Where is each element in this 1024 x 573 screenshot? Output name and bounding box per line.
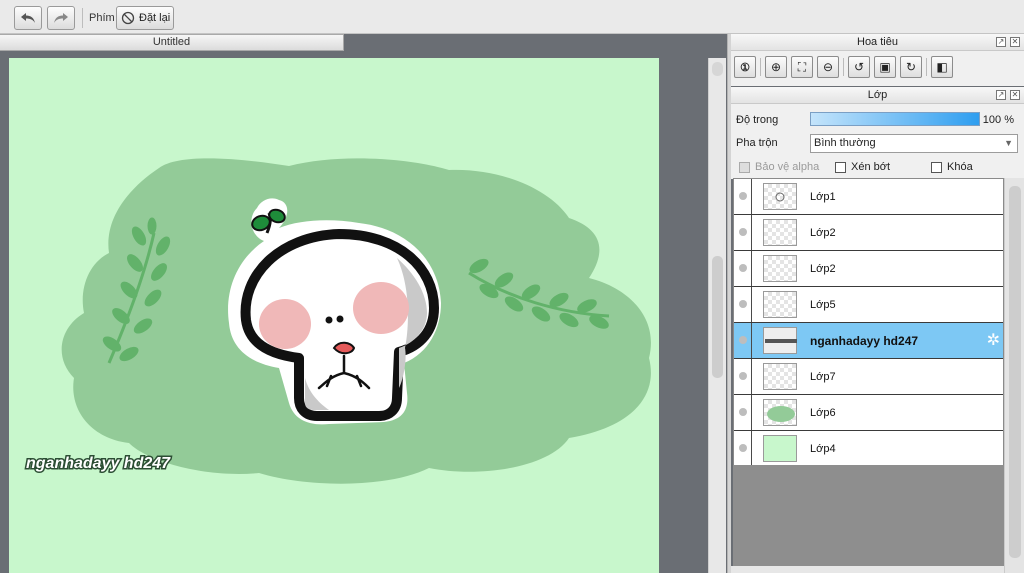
visibility-icon[interactable] [739, 228, 747, 236]
canvas-vertical-scrollbar[interactable] [708, 58, 726, 573]
undo-button[interactable] [14, 6, 42, 30]
layer-title-bar: Lớp ↗ ✕ [731, 87, 1024, 104]
layer-name: nganhadayy hd247 [810, 334, 919, 348]
zoom-in-icon: ⊕ [770, 60, 782, 74]
zoom-in-button[interactable]: ⊕ [765, 56, 787, 78]
rotate-right-button[interactable]: ↻ [900, 56, 922, 78]
navigator-title: Hoa tiêu [857, 36, 898, 48]
rotate-right-icon: ↻ [905, 60, 917, 74]
scroll-top-cap [712, 62, 723, 76]
fit-screen-icon: ⛶ [797, 59, 807, 74]
fit-full-icon: ▣ [879, 60, 891, 74]
redo-button[interactable] [47, 6, 75, 30]
layer-row[interactable]: Lớp5 [734, 287, 1003, 323]
layer-thumbnail [763, 183, 797, 210]
close-icon[interactable]: ✕ [1010, 37, 1020, 47]
detach-icon[interactable]: ↗ [996, 37, 1006, 47]
layer-row[interactable]: Lớp2 [734, 251, 1003, 287]
watermark-text: nganhadayy hd247 [26, 455, 171, 472]
layer-thumbnail [763, 327, 797, 354]
shortcut-label: Phím [89, 12, 115, 24]
artwork: nganhadayy hd247 [25, 158, 651, 484]
layer-panel-title: Lớp [867, 89, 888, 101]
clipping-checkbox[interactable]: Xén bớt [835, 161, 890, 173]
layer-list-scrollbar[interactable] [1004, 178, 1024, 573]
main-toolbar: Phím Đặt lại [0, 0, 1024, 34]
navigator-toolbar: ① ⊕ ⛶ ⊖ ↺ ▣ ↻ ◧ [734, 56, 953, 78]
toolbar-separator [82, 8, 83, 28]
flip-button[interactable]: ◧ [931, 56, 953, 78]
blend-mode-select[interactable]: Bình thường ▼ [810, 134, 1018, 153]
zoom-out-icon: ⊖ [822, 60, 834, 74]
reset-label: Đặt lại [139, 12, 171, 24]
rotate-left-button[interactable]: ↺ [848, 56, 870, 78]
layer-list-empty-area [733, 465, 1004, 573]
alpha-protect-label: Bảo vệ alpha [755, 161, 820, 173]
fit-screen-button[interactable]: ⛶ [791, 56, 813, 78]
zoom-out-button[interactable]: ⊖ [817, 56, 839, 78]
visibility-icon[interactable] [739, 336, 747, 344]
layer-actions-strip [731, 566, 1004, 573]
layer-row[interactable]: Lớp2 [734, 215, 1003, 251]
fit-full-button[interactable]: ▣ [874, 56, 896, 78]
opacity-slider[interactable] [810, 112, 980, 126]
alpha-protect-checkbox[interactable]: Bảo vệ alpha [739, 161, 819, 173]
visibility-icon[interactable] [739, 408, 747, 416]
layer-thumbnail [763, 219, 797, 246]
blend-mode-value: Bình thường [814, 137, 876, 149]
gear-icon[interactable]: ✲ [987, 333, 1000, 349]
layer-thumbnail [763, 363, 797, 390]
visibility-icon[interactable] [739, 264, 747, 272]
layer-name: Lớp1 [810, 191, 836, 203]
lock-label: Khóa [947, 161, 973, 173]
layer-name: Lớp2 [810, 263, 836, 275]
close-icon[interactable]: ✕ [1010, 90, 1020, 100]
drawing-canvas[interactable]: nganhadayy hd247 [9, 58, 659, 573]
zoom-actual-button[interactable]: ① [734, 56, 756, 78]
navigator-title-bar: Hoa tiêu ↗ ✕ [731, 34, 1024, 51]
layer-list: Lớp1 Lớp2 Lớp2 Lớp5 nganhadayy hd247 ✲ L… [733, 178, 1004, 468]
clipping-label: Xén bớt [851, 161, 891, 173]
opacity-value: 100 % [982, 114, 1014, 126]
visibility-icon[interactable] [739, 444, 747, 452]
layer-thumbnail [763, 291, 797, 318]
layer-name: Lớp6 [810, 407, 836, 419]
visibility-icon[interactable] [739, 300, 747, 308]
visibility-icon[interactable] [739, 192, 747, 200]
layer-panel: Lớp ↗ ✕ Độ trong 100 % Pha trộn Bình thư… [731, 87, 1024, 179]
zoom-actual-icon: ① [740, 61, 750, 74]
scroll-thumb[interactable] [712, 256, 723, 378]
layer-row[interactable]: Lớp4 [734, 431, 1003, 467]
redo-icon [54, 13, 68, 23]
document-tab[interactable]: Untitled [0, 34, 344, 51]
layer-thumbnail [763, 435, 797, 462]
scroll-thumb[interactable] [1009, 186, 1021, 558]
blend-label: Pha trộn [736, 137, 778, 149]
layer-row[interactable]: Lớp1 [734, 179, 1003, 215]
layer-thumbnail [763, 255, 797, 282]
layer-name: Lớp4 [810, 443, 836, 455]
rotate-left-icon: ↺ [853, 60, 865, 74]
layer-name: Lớp2 [810, 227, 836, 239]
layer-row[interactable]: Lớp6 [734, 395, 1003, 431]
layer-name: Lớp5 [810, 299, 836, 311]
navigator-panel: Hoa tiêu ↗ ✕ ① ⊕ ⛶ ⊖ ↺ ▣ ↻ ◧ [731, 34, 1024, 86]
chevron-down-icon: ▼ [1004, 138, 1013, 148]
layer-thumbnail [763, 399, 797, 426]
opacity-label: Độ trong [736, 114, 779, 126]
layer-row-selected[interactable]: nganhadayy hd247 ✲ [734, 323, 1003, 359]
prohibit-icon [121, 11, 135, 25]
layer-name: Lớp7 [810, 371, 836, 383]
flip-icon: ◧ [936, 60, 948, 74]
layer-row[interactable]: Lớp7 [734, 359, 1003, 395]
visibility-icon[interactable] [739, 372, 747, 380]
detach-icon[interactable]: ↗ [996, 90, 1006, 100]
reset-button[interactable]: Đặt lại [116, 6, 174, 30]
lock-checkbox[interactable]: Khóa [931, 161, 973, 173]
undo-icon [21, 13, 35, 23]
